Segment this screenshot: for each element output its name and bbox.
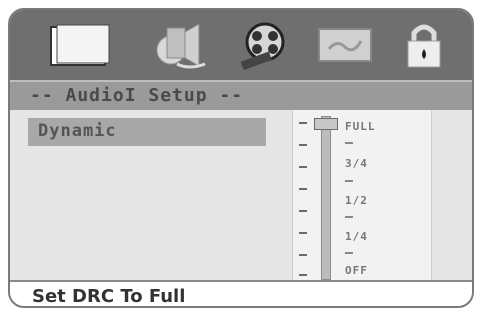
level-minor-tick xyxy=(345,180,353,182)
scale-tick xyxy=(299,274,307,276)
film-reel-icon xyxy=(240,22,285,70)
page-title-bar: -- AudioI Setup -- xyxy=(10,80,472,110)
drc-slider-panel: FULL 3/4 1/2 1/4 OFF xyxy=(292,110,432,280)
menu-item-dynamic[interactable]: Dynamic xyxy=(28,118,266,146)
status-text: Set DRC To Full xyxy=(32,286,186,307)
tab-audio-setup[interactable] xyxy=(146,20,212,70)
menu-item-label: Dynamic xyxy=(38,121,117,141)
drc-slider-thumb[interactable] xyxy=(314,118,338,130)
level-label-full[interactable]: FULL xyxy=(345,120,376,133)
level-label-quarter[interactable]: 1/4 xyxy=(345,230,368,243)
level-label-half[interactable]: 1/2 xyxy=(345,194,368,207)
tab-preference-setup[interactable] xyxy=(312,20,378,70)
scale-tick xyxy=(299,144,307,146)
speaker-icon xyxy=(156,23,206,69)
scale-tick xyxy=(299,254,307,256)
page-title: -- AudioI Setup -- xyxy=(30,85,244,106)
scale-tick xyxy=(299,210,307,212)
tab-general-setup[interactable] xyxy=(44,20,116,70)
level-minor-tick xyxy=(345,252,353,254)
status-bar: Set DRC To Full xyxy=(10,280,472,307)
scale-tick xyxy=(299,122,307,124)
preference-icon xyxy=(318,28,372,62)
setup-menu-frame: -- AudioI Setup -- Dynamic FULL 3/4 1/2 … xyxy=(8,8,474,308)
slider-scale xyxy=(299,110,313,280)
tab-password-setup[interactable] xyxy=(394,20,454,70)
drc-slider-track[interactable] xyxy=(321,116,331,280)
setup-tab-bar xyxy=(10,10,472,80)
scale-tick xyxy=(299,166,307,168)
level-minor-tick xyxy=(345,216,353,218)
level-label-three-quarter[interactable]: 3/4 xyxy=(345,157,368,170)
screen-icon xyxy=(50,24,110,66)
lock-icon xyxy=(407,24,441,68)
scale-tick xyxy=(299,188,307,190)
level-minor-tick xyxy=(345,142,353,144)
level-label-off[interactable]: OFF xyxy=(345,264,368,277)
scale-tick xyxy=(299,232,307,234)
tab-video-setup[interactable] xyxy=(234,20,300,70)
menu-content: Dynamic FULL 3/4 1/2 1/4 OFF xyxy=(10,110,472,280)
